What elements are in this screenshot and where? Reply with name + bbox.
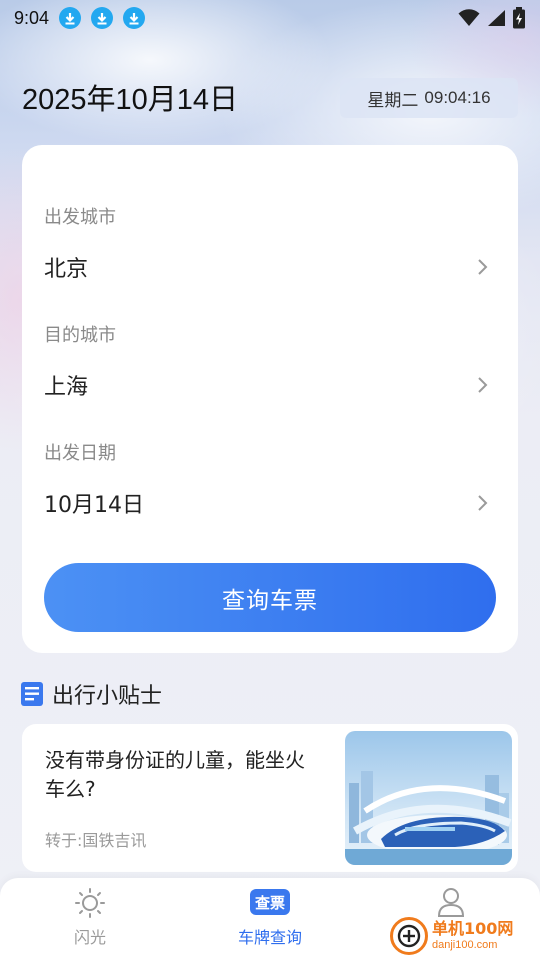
watermark-text: 单机100网	[432, 919, 514, 938]
sun-icon	[74, 886, 106, 918]
chevron-right-icon	[478, 495, 488, 511]
watermark-logo	[390, 917, 428, 955]
status-bar: 9:04	[0, 0, 540, 36]
tips-title: 出行小贴士	[52, 684, 163, 709]
ticket-badge: 查票	[250, 889, 290, 915]
wifi-icon	[458, 9, 480, 26]
download-icon	[91, 7, 114, 29]
document-icon	[21, 682, 43, 706]
tips-heading: 出行小贴士	[20, 678, 162, 710]
destination-city-selector[interactable]: 上海	[44, 365, 490, 405]
tip-article-title: 没有带身份证的儿童，能坐火车么?	[45, 748, 305, 801]
site-watermark: 单机100网 danji100.com	[390, 912, 540, 960]
nav-item-ticket-query[interactable]: 查票 车牌查询	[200, 878, 340, 960]
nav-item-flash[interactable]: 闪光	[20, 878, 160, 960]
departure-label: 出发城市	[44, 207, 116, 228]
weekday-label: 星期二	[367, 90, 419, 111]
download-icon	[59, 7, 82, 29]
chevron-right-icon	[478, 377, 488, 393]
departure-city-value: 北京	[44, 257, 89, 282]
status-time: 9:04	[14, 7, 50, 28]
battery-icon	[513, 7, 525, 29]
query-tickets-button[interactable]: 查询车票	[44, 563, 496, 632]
departure-city-selector[interactable]: 北京	[44, 247, 490, 287]
destination-city-value: 上海	[44, 375, 89, 400]
date-label: 出发日期	[44, 443, 116, 464]
chevron-right-icon	[478, 259, 488, 275]
nav-label-ticket-query: 车牌查询	[237, 928, 302, 947]
watermark-url: danji100.com	[432, 939, 498, 951]
destination-label: 目的城市	[44, 325, 116, 346]
date-title: 2025年10月14日	[22, 84, 239, 116]
datetime-badge: 星期二 09:04:16	[340, 78, 518, 118]
tip-article-thumbnail	[345, 731, 512, 865]
departure-date-selector[interactable]: 10月14日	[44, 483, 490, 523]
departure-date-value: 10月14日	[44, 493, 144, 518]
signal-icon	[488, 10, 505, 26]
nav-label-flash: 闪光	[73, 928, 106, 947]
clock-label: 09:04:16	[424, 88, 491, 107]
download-icon	[123, 7, 146, 29]
tip-article-card[interactable]: 没有带身份证的儿童，能坐火车么? 转于:国铁吉讯	[22, 724, 518, 872]
ticket-search-card: 出发城市 北京 目的城市 上海 出发日期 10月14日 查询车票	[22, 145, 518, 653]
tip-article-source: 转于:国铁吉讯	[45, 831, 147, 850]
ticket-icon: 查票	[250, 886, 290, 918]
